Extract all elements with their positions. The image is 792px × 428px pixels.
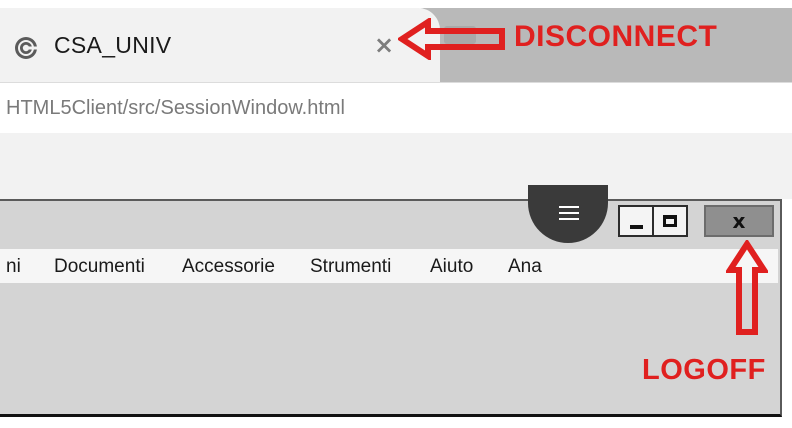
disconnect-annotation: DISCONNECT (514, 20, 718, 53)
menu-item-accessorie[interactable]: Accessorie (182, 256, 275, 278)
logoff-annotation: LOGOFF (642, 354, 766, 386)
window-controls: x (618, 205, 778, 237)
app-logo-icon (15, 37, 38, 59)
tab-title: CSA_UNIV (54, 32, 172, 58)
session-window: x ni Documenti Accessorie Strumenti Aiut… (0, 185, 792, 428)
logoff-close-button[interactable]: x (704, 205, 774, 237)
menu-item-strumenti[interactable]: Strumenti (310, 256, 391, 278)
maximize-button[interactable] (652, 205, 688, 237)
hamburger-menu-button[interactable] (528, 185, 608, 243)
screenshot-page: CSA_UNIV × DISCONNECT HTML5Client/src/Se… (0, 0, 792, 428)
url-text: HTML5Client/src/SessionWindow.html (6, 97, 345, 119)
close-icon[interactable]: × (373, 33, 395, 57)
close-icon: x (732, 209, 746, 233)
arrow-left-icon (398, 18, 505, 60)
menu-item-documenti[interactable]: Documenti (54, 256, 145, 278)
address-bar[interactable]: HTML5Client/src/SessionWindow.html (0, 82, 792, 134)
menu-item-ni[interactable]: ni (6, 256, 21, 278)
minimize-icon (630, 225, 643, 229)
minimize-button[interactable] (618, 205, 654, 237)
menu-item-ana[interactable]: Ana (508, 256, 542, 278)
session-menubar: ni Documenti Accessorie Strumenti Aiuto … (0, 249, 778, 283)
browser-tab[interactable]: CSA_UNIV × (0, 8, 440, 82)
hamburger-menu-icon (559, 206, 579, 224)
maximize-icon (663, 215, 677, 227)
session-content-area (0, 283, 778, 414)
arrow-up-icon (726, 240, 768, 335)
browser-toolbar (0, 133, 792, 199)
browser-tab-strip: CSA_UNIV × DISCONNECT (0, 0, 792, 82)
menu-item-aiuto[interactable]: Aiuto (430, 256, 473, 278)
